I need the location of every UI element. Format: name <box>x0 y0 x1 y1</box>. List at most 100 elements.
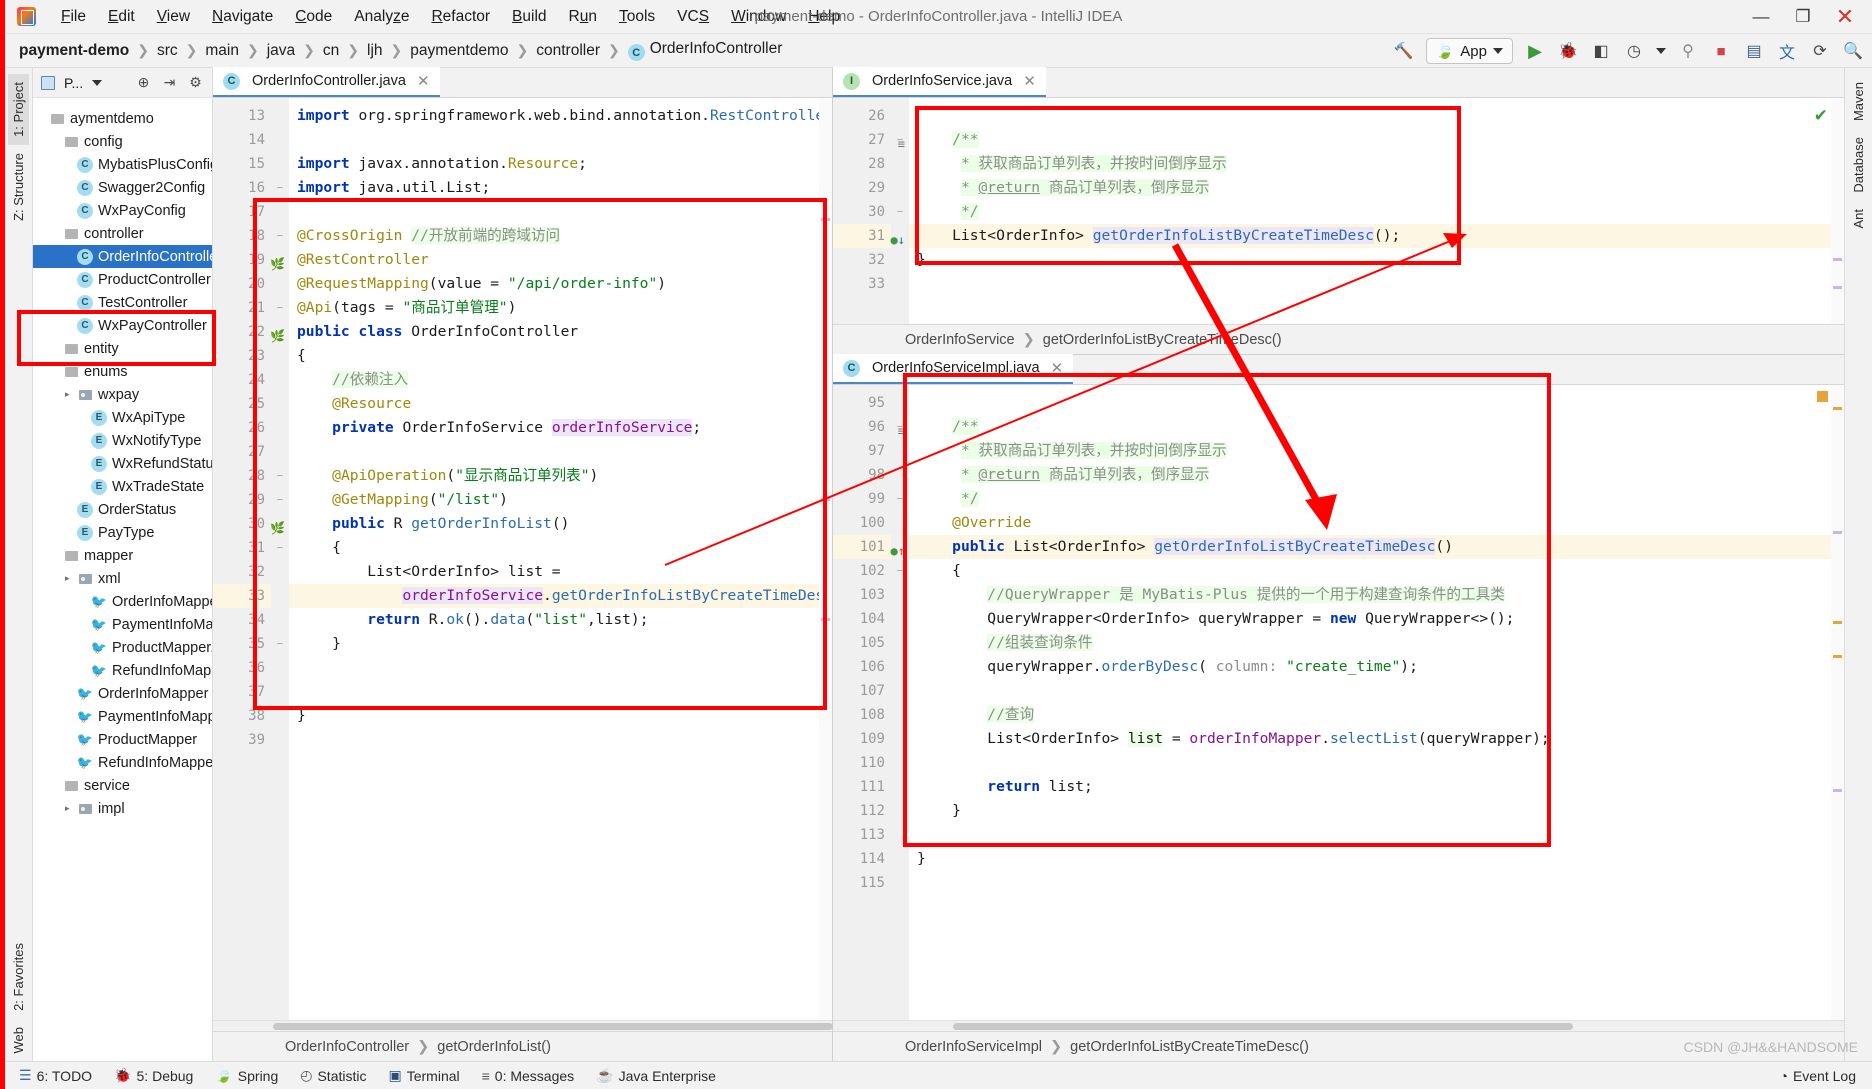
layout-icon[interactable]: ▤ <box>1743 40 1765 62</box>
run-configuration-selector[interactable]: 🍃 App <box>1425 38 1513 64</box>
tree-node[interactable]: ▸ xml <box>33 567 212 590</box>
code-line[interactable]: orderInfoService.getOrderInfoListByCreat… <box>289 584 832 608</box>
line-number[interactable]: 100 <box>833 511 891 535</box>
code-line[interactable]: //查询 <box>909 703 1844 727</box>
code-line[interactable] <box>909 871 1844 895</box>
code-line[interactable]: List<OrderInfo> getOrderInfoListByCreate… <box>909 224 1844 248</box>
code-line[interactable]: @RestController <box>289 248 832 272</box>
breadcrumb-ljh[interactable]: ljh <box>367 42 383 60</box>
vertical-scrollbar-left[interactable] <box>819 98 832 1020</box>
build-hammer-icon[interactable]: 🔨 <box>1393 40 1415 62</box>
code-folding-column-left[interactable]: − − − − − − − <box>271 98 289 1020</box>
tree-node[interactable]: E WxApiType <box>33 406 212 429</box>
tool-tab-structure[interactable]: Z: Structure <box>8 145 29 229</box>
breadcrumb-class[interactable]: OrderInfoController <box>285 1039 409 1055</box>
code-line[interactable] <box>909 751 1844 775</box>
tree-node[interactable]: C ProductController <box>33 268 212 291</box>
tree-node[interactable]: E OrderStatus <box>33 498 212 521</box>
line-number[interactable]: 35 <box>213 632 271 656</box>
code-line[interactable] <box>909 391 1844 415</box>
code-line[interactable]: //依赖注入 <box>289 368 832 392</box>
breadcrumb-main[interactable]: main <box>205 42 239 60</box>
status-messages[interactable]: ≡ 0: Messages <box>482 1068 575 1084</box>
line-number-gutter-impl[interactable]: 95 96 ≡ 97 98 99 100 101 ●↑ 102 103 104 105 106 107 108… <box>833 385 905 1020</box>
breadcrumb-class[interactable]: OrderInfoServiceImpl <box>905 1039 1042 1055</box>
fold-marker[interactable]: − <box>271 296 289 320</box>
code-line[interactable] <box>909 823 1844 847</box>
tree-node[interactable]: E WxRefundStatus <box>33 452 212 475</box>
code-line[interactable]: { <box>289 536 832 560</box>
line-number[interactable]: 28 <box>833 152 891 176</box>
spring-bean-gutter-icon[interactable]: 🌿 <box>270 324 285 348</box>
code-line[interactable]: /** <box>909 128 1844 152</box>
line-number[interactable]: 31 <box>213 536 271 560</box>
editor-tab-strip-impl[interactable]: C OrderInfoServiceImpl.java ✕ <box>833 354 1844 385</box>
run-with-coverage-icon[interactable]: ◧ <box>1590 40 1612 62</box>
menu-item-help[interactable]: Help <box>797 5 851 29</box>
run-toolbar[interactable]: 🔨 🍃 App ▶ 🐞 ◧ ◷ ⚲ ■ ▤ 文 ⟳ 🔍 <box>1393 34 1864 68</box>
line-number[interactable]: 36 <box>213 656 271 680</box>
chevron-down-icon[interactable] <box>92 79 103 86</box>
fold-marker[interactable] <box>891 655 909 679</box>
tree-node[interactable]: service <box>33 774 212 797</box>
code-line[interactable]: * 获取商品订单列表，并按时间倒序显示 <box>909 439 1844 463</box>
line-number[interactable]: 26 <box>213 416 271 440</box>
line-number[interactable]: 99 <box>833 487 891 511</box>
tree-node[interactable]: C OrderInfoController <box>33 245 212 268</box>
fold-marker[interactable]: − <box>891 487 909 511</box>
editor-tab-strip-service[interactable]: I OrderInfoService.java ✕ <box>833 67 1844 98</box>
fold-marker[interactable]: − <box>271 464 289 488</box>
fold-marker[interactable]: − <box>271 224 289 248</box>
line-number[interactable]: 19 🌿 <box>213 248 285 272</box>
profiler-chevron-down-icon[interactable] <box>1656 48 1666 54</box>
minimize-button[interactable]: — <box>1740 2 1782 32</box>
line-number[interactable]: 38 <box>213 704 271 728</box>
tree-node[interactable]: C WxPayConfig <box>33 199 212 222</box>
tree-node[interactable]: C WxPayController <box>33 314 212 337</box>
tool-tab-favorites[interactable]: 2: Favorites <box>8 935 29 1019</box>
code-line[interactable] <box>289 728 832 752</box>
code-line[interactable]: QueryWrapper<OrderInfo> queryWrapper = n… <box>909 607 1844 631</box>
line-number[interactable]: 101 ●↑ <box>833 535 905 559</box>
breadcrumb-java[interactable]: java <box>267 42 295 60</box>
tree-node[interactable]: config <box>33 130 212 153</box>
line-number[interactable]: 24 <box>213 368 271 392</box>
breadcrumb-method[interactable]: getOrderInfoListByCreateTimeDesc() <box>1070 1039 1309 1055</box>
line-number[interactable]: 39 <box>213 728 271 752</box>
fold-marker[interactable] <box>891 871 909 895</box>
structure-gutter-icon[interactable]: ≡ <box>898 419 905 443</box>
code-viewport-impl[interactable]: 95 96 ≡ 97 98 99 100 101 ●↑ 102 103 104 105 106 107 108… <box>833 385 1844 1020</box>
code-line[interactable]: */ <box>909 487 1844 511</box>
line-number[interactable]: 111 <box>833 775 891 799</box>
settings-gear-icon[interactable]: ⚙ <box>187 74 204 91</box>
collapse-icon[interactable]: ⇥ <box>161 74 178 91</box>
line-number[interactable]: 14 <box>213 128 271 152</box>
code-text-impl[interactable]: /** * 获取商品订单列表，并按时间倒序显示 * @return 商品订单列表… <box>909 385 1844 1020</box>
code-line[interactable]: List<OrderInfo> list = <box>289 560 832 584</box>
close-icon[interactable]: ✕ <box>1051 359 1064 377</box>
menu-item-code[interactable]: Code <box>284 5 343 29</box>
line-number[interactable]: 106 <box>833 655 891 679</box>
code-line[interactable]: //QueryWrapper 是 MyBatis-Plus 提供的一个用于构建查… <box>909 583 1844 607</box>
fold-marker[interactable] <box>891 176 909 200</box>
code-viewport-left[interactable]: 13 14 15 16 17 18 19 🌿 20 21 22 🌿 23 24 25 26 27 28 29 30 🌿 3… <box>213 98 832 1020</box>
fold-marker[interactable] <box>891 607 909 631</box>
tree-node[interactable]: entity <box>33 337 212 360</box>
menu-item-run[interactable]: Run <box>558 5 608 29</box>
code-line[interactable]: @GetMapping("/list") <box>289 488 832 512</box>
spring-bean-gutter-icon[interactable]: 🌿 <box>270 516 285 540</box>
code-line[interactable]: List<OrderInfo> list = orderInfoMapper.s… <box>909 727 1844 751</box>
tree-node[interactable]: ▸ impl <box>33 797 212 820</box>
fold-marker[interactable] <box>271 584 289 608</box>
line-number[interactable]: 109 <box>833 727 891 751</box>
fold-marker[interactable] <box>891 631 909 655</box>
code-line[interactable]: { <box>909 559 1844 583</box>
code-viewport-service[interactable]: 26 27 ≡ 28 29 30 31 ●↓ 32 33 − − /** * 获取商品订单列表，并按… <box>833 98 1844 324</box>
fold-marker[interactable] <box>891 799 909 823</box>
line-number[interactable]: 22 🌿 <box>213 320 285 344</box>
breadcrumb-method[interactable]: getOrderInfoListByCreateTimeDesc() <box>1043 332 1282 348</box>
code-line[interactable] <box>289 680 832 704</box>
code-line[interactable]: @RequestMapping(value = "/api/order-info… <box>289 272 832 296</box>
code-line[interactable]: public List<OrderInfo> getOrderInfoListB… <box>909 535 1844 559</box>
line-number[interactable]: 29 <box>213 488 271 512</box>
